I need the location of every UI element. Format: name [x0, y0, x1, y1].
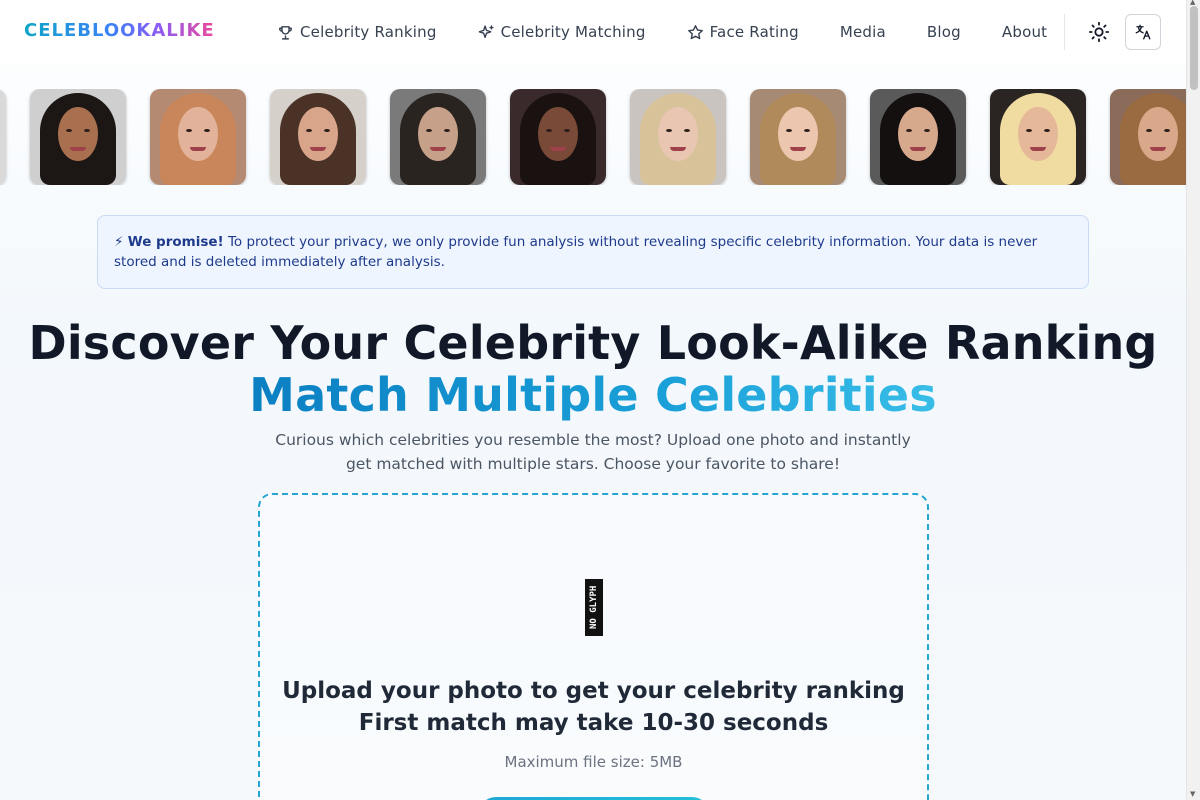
translate-icon: [1135, 24, 1151, 40]
nav-divider: [1064, 14, 1065, 50]
celebrity-face-thumbnail: [270, 89, 366, 185]
lightning-icon: ⚡: [114, 234, 124, 250]
nav-label: Celebrity Ranking: [300, 23, 437, 41]
nav-label: Media: [839, 23, 886, 41]
celebrity-face-thumbnail: [1110, 89, 1186, 185]
nav-celebrity-ranking[interactable]: Celebrity Ranking: [277, 23, 437, 41]
nav-label: About: [1001, 23, 1048, 41]
site-logo[interactable]: CELEBLOOKALIKE: [24, 20, 215, 41]
subtitle-text: Match Multiple Celebrities: [249, 368, 937, 422]
nav-blog[interactable]: Blog: [927, 23, 961, 41]
celebrity-face-thumbnail: [510, 89, 606, 185]
scroll-down-icon[interactable]: ▼: [1190, 790, 1195, 798]
celebrity-face-thumbnail: [0, 89, 6, 185]
celebrity-face-thumbnail: [750, 89, 846, 185]
hero-description: Curious which celebrities you resemble t…: [275, 431, 911, 473]
nav-about[interactable]: About: [1002, 23, 1047, 41]
celebrity-face-thumbnail: [630, 89, 726, 185]
notice-strong: We promise!: [127, 234, 224, 250]
page-subtitle: Match Multiple Celebrities: [0, 368, 1186, 422]
upload-title: Upload your photo to get your celebrity …: [260, 675, 927, 739]
celebrity-face-thumbnail: [150, 89, 246, 185]
page-title: Discover Your Celebrity Look-Alike Ranki…: [28, 316, 1158, 370]
page-scrollbar[interactable]: ▲ ▼: [1186, 0, 1200, 800]
nav-label: Blog: [926, 23, 961, 41]
nav-media[interactable]: Media: [840, 23, 886, 41]
celebrity-face-thumbnail: [30, 89, 126, 185]
notice-text: To protect your privacy, we only provide…: [114, 234, 1038, 270]
sparkles-icon: [478, 24, 494, 38]
language-button[interactable]: [1125, 14, 1161, 50]
upload-title-line2: First match may take 10-30 seconds: [358, 710, 829, 736]
main-nav: Celebrity Ranking Celebrity Matching Fac…: [277, 0, 1088, 64]
nav-label: Celebrity Matching: [500, 23, 646, 41]
nav-face-rating[interactable]: Face Rating: [687, 23, 799, 41]
upload-icon: NO GLYPH: [585, 579, 603, 636]
sun-icon[interactable]: [1088, 21, 1110, 43]
nav-celebrity-matching[interactable]: Celebrity Matching: [478, 23, 646, 41]
photo-upload-dropzone[interactable]: NO GLYPH Upload your photo to get your c…: [258, 493, 929, 800]
celebrity-face-carousel: [0, 89, 1186, 185]
celebrity-face-thumbnail: [390, 89, 486, 185]
trophy-icon: [279, 25, 292, 40]
max-file-size: Maximum file size: 5MB: [504, 753, 683, 771]
nav-label: Face Rating: [709, 23, 799, 41]
scrollbar-thumb[interactable]: [1190, 6, 1198, 90]
upload-title-line1: Upload your photo to get your celebrity …: [282, 678, 905, 704]
site-header: CELEBLOOKALIKE Celebrity Ranking Celebri…: [0, 0, 1186, 64]
celebrity-face-thumbnail: [870, 89, 966, 185]
celebrity-face-thumbnail: [990, 89, 1086, 185]
star-icon: [687, 24, 703, 39]
privacy-notice: ⚡ We promise! To protect your privacy, w…: [97, 215, 1089, 289]
